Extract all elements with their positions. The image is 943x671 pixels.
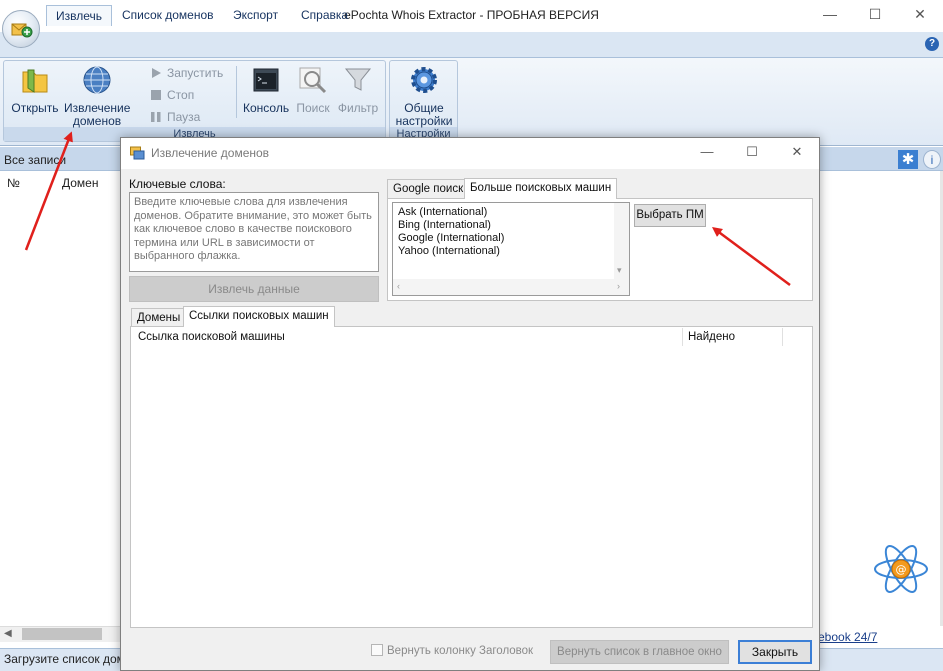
return-title-column-label: Вернуть колонку Заголовок: [387, 645, 534, 657]
list-item[interactable]: Google (International): [398, 232, 624, 245]
list-item[interactable]: Bing (International): [398, 219, 624, 232]
menu-bar: [0, 32, 943, 58]
svg-text:@: @: [896, 563, 907, 576]
tab-domain-list[interactable]: Список доменов: [113, 5, 223, 26]
gear-icon: [411, 67, 437, 93]
stop-button[interactable]: Стоп: [150, 86, 194, 104]
tab-more-search-engines[interactable]: Больше поисковых машин: [464, 178, 618, 199]
extract-domains-button[interactable]: Извлечение доменов: [64, 64, 130, 128]
search-list-vertical-scrollbar[interactable]: ▾: [614, 203, 629, 279]
keywords-input[interactable]: Введите ключевые слова для извлечения до…: [129, 192, 379, 272]
tab-help[interactable]: Справка: [292, 5, 357, 26]
filter-icon: [344, 68, 372, 91]
start-button[interactable]: Запустить: [150, 64, 223, 82]
pause-icon: [151, 112, 161, 122]
console-icon: [253, 68, 279, 92]
column-header-domain[interactable]: Домен: [62, 176, 99, 190]
filter-button[interactable]: Фильтр: [336, 64, 380, 115]
scroll-left-icon[interactable]: ‹: [397, 281, 400, 291]
play-icon: [152, 68, 161, 78]
list-item[interactable]: Ask (International): [398, 206, 624, 219]
extract-data-button[interactable]: Извлечь данные: [129, 276, 379, 302]
maximize-button[interactable]: ☐: [860, 4, 890, 24]
column-header-found[interactable]: Найдено: [688, 331, 735, 343]
extract-domains-label-2: доменов: [72, 114, 122, 128]
minimize-button[interactable]: —: [815, 4, 845, 24]
choose-search-engine-button[interactable]: Выбрать ПМ: [634, 204, 706, 227]
scroll-right-icon[interactable]: ›: [617, 281, 620, 291]
pause-button[interactable]: Пауза: [150, 108, 200, 126]
return-to-main-window-button[interactable]: Вернуть список в главное окно: [550, 640, 729, 664]
extract-domains-dialog: Извлечение доменов — ☐ ✕ Ключевые слова:…: [120, 137, 820, 671]
tab-export[interactable]: Экспорт: [224, 5, 287, 26]
app-menu-button[interactable]: [2, 10, 40, 48]
close-window-button[interactable]: ✕: [905, 4, 935, 24]
scrollbar-thumb[interactable]: [22, 628, 102, 640]
return-title-column-checkbox[interactable]: [371, 644, 383, 656]
atom-logo-icon: @: [874, 545, 928, 593]
search-label: Поиск: [296, 101, 330, 115]
asterisk-icon[interactable]: ✱: [898, 150, 918, 169]
folder-icon: [22, 69, 48, 93]
dialog-close-icon[interactable]: ✕: [785, 144, 809, 162]
tab-search-engine-links[interactable]: Ссылки поисковых машин: [183, 306, 335, 327]
globe-icon: [83, 66, 111, 94]
ribbon-separator: [236, 66, 237, 118]
tab-domains[interactable]: Домены: [131, 308, 187, 328]
pause-label: Пауза: [167, 110, 201, 124]
start-label: Запустить: [167, 66, 224, 80]
general-settings-button[interactable]: Общие настройки: [392, 64, 456, 128]
list-item[interactable]: Yahoo (International): [398, 245, 624, 258]
dialog-app-icon: [130, 146, 145, 160]
close-button[interactable]: Закрыть: [738, 640, 812, 664]
column-header-number[interactable]: №: [7, 176, 20, 190]
tab-extract[interactable]: Извлечь: [46, 5, 113, 26]
open-label: Открыть: [11, 101, 59, 115]
stop-icon: [151, 90, 161, 100]
status-text: Загрузите список доме: [4, 652, 132, 666]
column-divider: [682, 328, 683, 346]
dialog-maximize-button[interactable]: ☐: [740, 144, 764, 162]
stop-label: Стоп: [167, 88, 195, 102]
app-logo-icon: [11, 23, 33, 38]
keywords-label: Ключевые слова:: [129, 177, 226, 191]
search-button[interactable]: Поиск: [294, 64, 332, 115]
dialog-title: Извлечение доменов: [151, 146, 270, 160]
magnifier-icon: [299, 67, 327, 94]
info-icon[interactable]: i: [923, 150, 941, 169]
tab-google-search[interactable]: Google поиск: [387, 179, 470, 199]
all-records-label: Все записи: [4, 153, 67, 167]
open-button[interactable]: Открыть: [8, 64, 62, 115]
facebook-link[interactable]: ebook 24/7: [818, 630, 877, 644]
scroll-left-icon[interactable]: ◀: [4, 626, 12, 642]
filter-label: Фильтр: [337, 101, 379, 115]
console-label: Консоль: [243, 101, 290, 115]
column-header-link[interactable]: Ссылка поисковой машины: [138, 331, 285, 343]
settings-label-2: настройки: [395, 114, 453, 128]
console-button[interactable]: Консоль: [243, 64, 289, 115]
help-icon[interactable]: ?: [925, 37, 939, 51]
column-divider: [782, 328, 783, 346]
scroll-down-icon[interactable]: ▾: [617, 265, 622, 276]
search-links-table[interactable]: [130, 326, 813, 628]
dialog-minimize-button[interactable]: —: [695, 144, 719, 162]
search-list-horizontal-scrollbar[interactable]: ‹ ›: [393, 279, 629, 295]
